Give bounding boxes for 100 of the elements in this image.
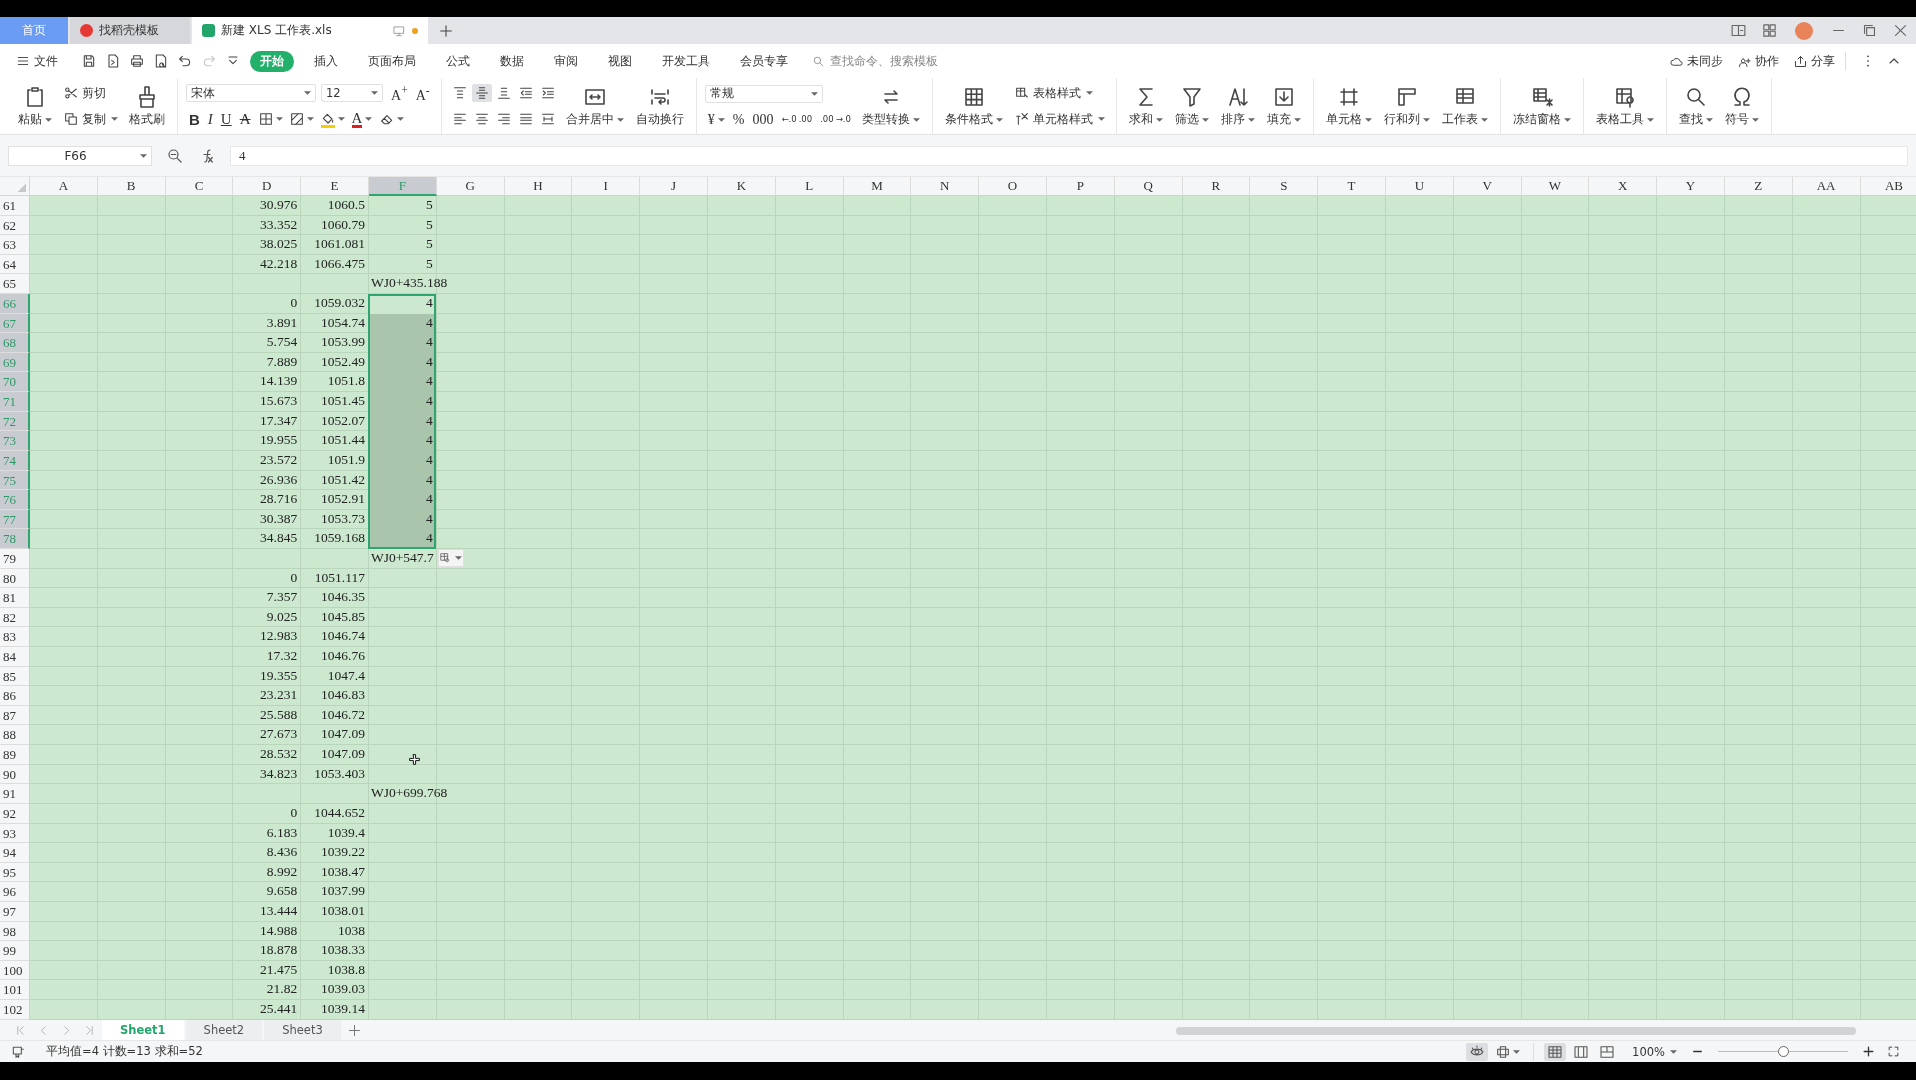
row-header[interactable]: 64 [0, 254, 30, 275]
dropdown-field[interactable]: 常规 [704, 84, 823, 103]
ribbon-button[interactable]: 剪切 [60, 84, 109, 102]
column-header[interactable]: K [707, 177, 776, 196]
column-header[interactable]: E [301, 177, 369, 196]
sync-button[interactable]: 未同步 [1669, 53, 1723, 69]
row-header[interactable]: 99 [0, 941, 30, 961]
search-field[interactable]: 查找命令、搜索模板 [812, 53, 962, 69]
column-header[interactable]: U [1385, 177, 1454, 196]
normal-view-button[interactable] [1544, 1042, 1567, 1061]
column-header[interactable]: N [911, 177, 980, 196]
column-header[interactable]: M [843, 177, 912, 196]
ribbon-button[interactable]: 单元格 [1321, 83, 1376, 129]
row-header[interactable]: 80 [0, 568, 30, 589]
ribbon-button[interactable]: 筛选 [1170, 83, 1213, 129]
format-button[interactable]: B [186, 110, 203, 128]
format-button[interactable]: I [204, 110, 216, 128]
layout-icon[interactable] [1730, 22, 1747, 39]
ribbon-button[interactable]: 条件格式 [940, 83, 1007, 129]
menu-tab[interactable]: 插入 [304, 50, 348, 72]
menu-tab[interactable]: 公式 [436, 50, 480, 72]
ribbon-button[interactable]: 查找 [1674, 83, 1717, 129]
column-header[interactable]: Z [1724, 177, 1793, 196]
dropdown-field[interactable]: 宋体 [186, 84, 316, 103]
row-header[interactable]: 61 [0, 196, 30, 216]
row-header[interactable]: 101 [0, 980, 30, 1000]
row-header[interactable]: 100 [0, 960, 30, 981]
ribbon-button[interactable]: 求和 [1124, 83, 1167, 129]
zoom-out-icon[interactable] [166, 146, 184, 165]
undo-icon[interactable] [177, 53, 193, 69]
column-header[interactable]: B [97, 177, 166, 196]
column-header[interactable]: P [1046, 177, 1115, 196]
document-tab[interactable]: 找稻壳模板 [70, 17, 190, 44]
zoom-in-icon[interactable] [1862, 1045, 1875, 1058]
row-header[interactable]: 89 [0, 745, 30, 765]
ribbon-button[interactable]: 自动换行 [631, 83, 688, 129]
column-header[interactable]: X [1589, 177, 1658, 196]
row-header[interactable]: 81 [0, 588, 30, 608]
zoom-dropdown[interactable]: 100% [1632, 1044, 1677, 1059]
row-header[interactable]: 90 [0, 764, 30, 785]
column-header[interactable]: L [775, 177, 844, 196]
format-button[interactable]: A [348, 110, 376, 128]
ribbon-button[interactable]: 粘贴 [14, 83, 56, 129]
close-icon[interactable] [1892, 22, 1909, 39]
add-sheet-icon[interactable] [346, 1022, 362, 1038]
format-button[interactable]: U [217, 110, 235, 128]
row-header[interactable]: 95 [0, 862, 30, 883]
ribbon-button[interactable]: 填充 [1262, 83, 1305, 129]
row-header[interactable]: 93 [0, 823, 30, 844]
column-header[interactable]: A [30, 177, 98, 196]
ribbon-button[interactable]: 表格工具 [1591, 83, 1658, 129]
ribbon-button[interactable]: 复制 [60, 110, 121, 128]
export-icon[interactable] [105, 53, 121, 69]
ribbon-button[interactable]: 类型转换 [857, 83, 924, 129]
name-box[interactable]: F66 [8, 145, 152, 166]
eye-protection-button[interactable] [1466, 1042, 1489, 1061]
row-header[interactable]: 96 [0, 882, 30, 902]
ribbon-button[interactable]: 合并居中 [561, 83, 628, 129]
column-header[interactable]: G [436, 177, 505, 196]
row-header[interactable]: 83 [0, 627, 30, 647]
row-header[interactable]: 98 [0, 921, 30, 942]
new-tab-icon[interactable] [438, 22, 454, 39]
menu-tab[interactable]: 页面布局 [358, 50, 426, 72]
print-preview-icon[interactable] [153, 53, 169, 69]
format-button[interactable]: % [729, 111, 748, 128]
save-icon[interactable] [81, 53, 97, 69]
icon-button[interactable] [471, 84, 492, 102]
column-header[interactable]: AB [1860, 177, 1916, 196]
menu-tab[interactable]: 视图 [598, 50, 642, 72]
column-header[interactable]: T [1318, 177, 1386, 196]
format-button[interactable]: A$^{+}$ [388, 83, 411, 104]
row-header[interactable]: 88 [0, 725, 30, 746]
row-header[interactable]: 92 [0, 803, 30, 824]
menu-tab[interactable]: 数据 [490, 50, 534, 72]
dropdown-field[interactable]: 12 [321, 84, 383, 103]
menu-tab[interactable]: 审阅 [544, 50, 588, 72]
row-header[interactable]: 84 [0, 647, 30, 667]
ribbon-button[interactable]: 格式刷 [125, 83, 169, 129]
row-header[interactable]: 79 [0, 548, 30, 569]
row-header[interactable]: 86 [0, 686, 30, 706]
row-header[interactable]: 87 [0, 705, 30, 726]
ribbon-button[interactable]: 工作表 [1437, 83, 1492, 129]
row-header[interactable]: 91 [0, 784, 30, 804]
format-button[interactable]: A [236, 110, 254, 128]
column-header[interactable]: Y [1657, 177, 1725, 196]
ribbon-button[interactable]: 行和列 [1379, 83, 1434, 129]
column-header[interactable]: W [1521, 177, 1590, 196]
row-header[interactable]: 102 [0, 1000, 30, 1020]
column-header[interactable]: S [1250, 177, 1319, 196]
formula-field[interactable]: 4 [230, 145, 1908, 166]
fullscreen-icon[interactable] [1887, 1045, 1900, 1058]
column-header[interactable]: H [504, 177, 573, 196]
column-header[interactable]: V [1453, 177, 1522, 196]
ribbon-button[interactable]: 排序 [1216, 83, 1259, 129]
row-header[interactable]: 94 [0, 843, 30, 863]
sheet-tab[interactable]: Sheet3 [264, 1020, 341, 1040]
paste-options-button[interactable] [437, 548, 464, 567]
zoom-slider[interactable] [1778, 1046, 1789, 1057]
sheet-tab[interactable]: Sheet2 [185, 1020, 263, 1040]
document-tab[interactable]: 新建 XLS 工作表.xls [192, 17, 428, 44]
